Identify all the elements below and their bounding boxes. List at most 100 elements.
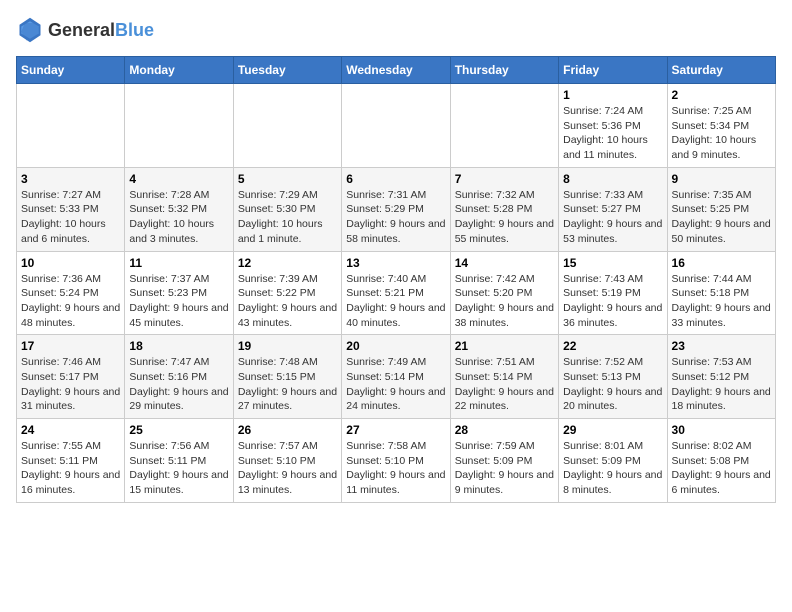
weekday-header-monday: Monday (125, 57, 233, 84)
day-number: 24 (21, 423, 120, 437)
calendar-cell (450, 84, 558, 168)
day-info: Sunrise: 7:40 AMSunset: 5:21 PMDaylight:… (346, 272, 445, 331)
day-number: 14 (455, 256, 554, 270)
calendar-cell: 29Sunrise: 8:01 AMSunset: 5:09 PMDayligh… (559, 419, 667, 503)
day-info: Sunrise: 7:57 AMSunset: 5:10 PMDaylight:… (238, 439, 337, 498)
day-info: Sunrise: 7:33 AMSunset: 5:27 PMDaylight:… (563, 188, 662, 247)
calendar-cell: 11Sunrise: 7:37 AMSunset: 5:23 PMDayligh… (125, 251, 233, 335)
calendar-cell: 10Sunrise: 7:36 AMSunset: 5:24 PMDayligh… (17, 251, 125, 335)
day-info: Sunrise: 7:28 AMSunset: 5:32 PMDaylight:… (129, 188, 228, 247)
calendar-cell: 27 Sunrise: 7:58 AMSunset: 5:10 PMDayligh… (342, 419, 450, 503)
week-row-3: 17 Sunrise: 7:46 AMSunset: 5:17 PMDayligh… (17, 335, 776, 419)
day-number: 30 (672, 423, 771, 437)
day-info: Sunrise: 7:49 AMSunset: 5:14 PMDaylight:… (346, 355, 445, 414)
day-number: 22 (563, 339, 662, 353)
calendar-cell: 23Sunrise: 7:53 AMSunset: 5:12 PMDayligh… (667, 335, 775, 419)
day-number: 19 (238, 339, 337, 353)
calendar-cell: 18 Sunrise: 7:47 AMSunset: 5:16 PMDayligh… (125, 335, 233, 419)
day-number: 25 (129, 423, 228, 437)
day-number: 13 (346, 256, 445, 270)
calendar-cell: 24 Sunrise: 7:55 AMSunset: 5:11 PMDayligh… (17, 419, 125, 503)
day-number: 17 (21, 339, 120, 353)
day-info: Sunrise: 7:59 AMSunset: 5:09 PMDaylight:… (455, 439, 554, 498)
day-number: 26 (238, 423, 337, 437)
logo: GeneralBlue (16, 16, 154, 44)
day-number: 1 (563, 88, 662, 102)
day-info: Sunrise: 7:27 AMSunset: 5:33 PMDaylight:… (21, 188, 120, 247)
day-info: Sunrise: 7:48 AMSunset: 5:15 PMDaylight:… (238, 355, 337, 414)
calendar-cell: 4 Sunrise: 7:28 AMSunset: 5:32 PMDaylight… (125, 167, 233, 251)
calendar-table: SundayMondayTuesdayWednesdayThursdayFrid… (16, 56, 776, 503)
day-info: Sunrise: 7:35 AMSunset: 5:25 PMDaylight:… (672, 188, 771, 247)
day-info: Sunrise: 8:02 AMSunset: 5:08 PMDaylight:… (672, 439, 771, 498)
day-info: Sunrise: 7:55 AMSunset: 5:11 PMDaylight:… (21, 439, 120, 498)
day-info: Sunrise: 8:01 AMSunset: 5:09 PMDaylight:… (563, 439, 662, 498)
day-number: 6 (346, 172, 445, 186)
day-info: Sunrise: 7:58 AMSunset: 5:10 PMDaylight:… (346, 439, 445, 498)
week-row-4: 24 Sunrise: 7:55 AMSunset: 5:11 PMDayligh… (17, 419, 776, 503)
weekday-header-friday: Friday (559, 57, 667, 84)
day-number: 21 (455, 339, 554, 353)
day-info: Sunrise: 7:29 AMSunset: 5:30 PMDaylight:… (238, 188, 337, 247)
day-number: 16 (672, 256, 771, 270)
calendar-cell: 3 Sunrise: 7:27 AMSunset: 5:33 PMDaylight… (17, 167, 125, 251)
day-info: Sunrise: 7:44 AMSunset: 5:18 PMDaylight:… (672, 272, 771, 331)
calendar-cell: 5 Sunrise: 7:29 AMSunset: 5:30 PMDaylight… (233, 167, 341, 251)
day-info: Sunrise: 7:31 AMSunset: 5:29 PMDaylight:… (346, 188, 445, 247)
calendar-cell: 30 Sunrise: 8:02 AMSunset: 5:08 PMDayligh… (667, 419, 775, 503)
week-row-0: 1 Sunrise: 7:24 AMSunset: 5:36 PMDaylight… (17, 84, 776, 168)
day-number: 28 (455, 423, 554, 437)
day-info: Sunrise: 7:47 AMSunset: 5:16 PMDaylight:… (129, 355, 228, 414)
day-info: Sunrise: 7:42 AMSunset: 5:20 PMDaylight:… (455, 272, 554, 331)
day-number: 5 (238, 172, 337, 186)
calendar-cell: 8 Sunrise: 7:33 AMSunset: 5:27 PMDaylight… (559, 167, 667, 251)
day-info: Sunrise: 7:24 AMSunset: 5:36 PMDaylight:… (563, 104, 662, 163)
day-number: 12 (238, 256, 337, 270)
calendar-cell: 13 Sunrise: 7:40 AMSunset: 5:21 PMDayligh… (342, 251, 450, 335)
day-info: Sunrise: 7:25 AMSunset: 5:34 PMDaylight:… (672, 104, 771, 163)
day-info: Sunrise: 7:46 AMSunset: 5:17 PMDaylight:… (21, 355, 120, 414)
calendar-cell: 2 Sunrise: 7:25 AMSunset: 5:34 PMDaylight… (667, 84, 775, 168)
calendar-cell: 25Sunrise: 7:56 AMSunset: 5:11 PMDayligh… (125, 419, 233, 503)
calendar-cell (17, 84, 125, 168)
weekday-header-sunday: Sunday (17, 57, 125, 84)
calendar-cell (342, 84, 450, 168)
day-number: 3 (21, 172, 120, 186)
day-number: 23 (672, 339, 771, 353)
calendar-cell: 1 Sunrise: 7:24 AMSunset: 5:36 PMDaylight… (559, 84, 667, 168)
calendar-cell: 28 Sunrise: 7:59 AMSunset: 5:09 PMDayligh… (450, 419, 558, 503)
day-number: 9 (672, 172, 771, 186)
calendar-cell: 12Sunrise: 7:39 AMSunset: 5:22 PMDayligh… (233, 251, 341, 335)
day-number: 7 (455, 172, 554, 186)
day-number: 15 (563, 256, 662, 270)
calendar-cell: 21 Sunrise: 7:51 AMSunset: 5:14 PMDayligh… (450, 335, 558, 419)
day-info: Sunrise: 7:51 AMSunset: 5:14 PMDaylight:… (455, 355, 554, 414)
calendar-cell: 9 Sunrise: 7:35 AMSunset: 5:25 PMDaylight… (667, 167, 775, 251)
calendar-cell: 15 Sunrise: 7:43 AMSunset: 5:19 PMDayligh… (559, 251, 667, 335)
weekday-header-thursday: Thursday (450, 57, 558, 84)
day-number: 2 (672, 88, 771, 102)
day-info: Sunrise: 7:32 AMSunset: 5:28 PMDaylight:… (455, 188, 554, 247)
logo-general-text: General (48, 20, 115, 40)
weekday-header-saturday: Saturday (667, 57, 775, 84)
weekday-header-tuesday: Tuesday (233, 57, 341, 84)
calendar-cell (125, 84, 233, 168)
page-header: GeneralBlue (16, 16, 776, 44)
logo-icon (16, 16, 44, 44)
day-number: 18 (129, 339, 228, 353)
calendar-cell: 20 Sunrise: 7:49 AMSunset: 5:14 PMDayligh… (342, 335, 450, 419)
day-number: 8 (563, 172, 662, 186)
day-info: Sunrise: 7:36 AMSunset: 5:24 PMDaylight:… (21, 272, 120, 331)
calendar-cell: 14 Sunrise: 7:42 AMSunset: 5:20 PMDayligh… (450, 251, 558, 335)
calendar-cell: 17 Sunrise: 7:46 AMSunset: 5:17 PMDayligh… (17, 335, 125, 419)
day-number: 27 (346, 423, 445, 437)
calendar-cell: 7 Sunrise: 7:32 AMSunset: 5:28 PMDaylight… (450, 167, 558, 251)
calendar-cell: 22Sunrise: 7:52 AMSunset: 5:13 PMDayligh… (559, 335, 667, 419)
day-number: 20 (346, 339, 445, 353)
weekday-header-row: SundayMondayTuesdayWednesdayThursdayFrid… (17, 57, 776, 84)
logo-blue-text: Blue (115, 20, 154, 40)
day-number: 4 (129, 172, 228, 186)
day-info: Sunrise: 7:43 AMSunset: 5:19 PMDaylight:… (563, 272, 662, 331)
calendar-cell (233, 84, 341, 168)
weekday-header-wednesday: Wednesday (342, 57, 450, 84)
